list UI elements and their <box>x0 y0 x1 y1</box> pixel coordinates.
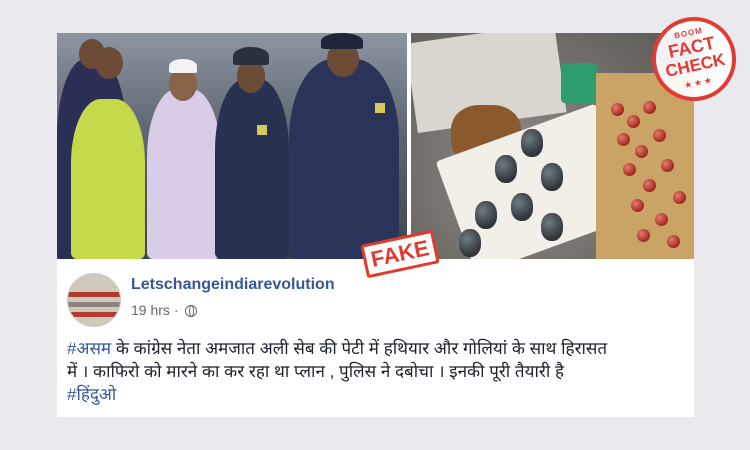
apple <box>627 115 640 128</box>
message-text: में । काफिरो को मारने का कर रहा था प्लान… <box>67 362 564 381</box>
apple <box>661 159 674 172</box>
message-text: के कांग्रेस नेता अमजात अली सेब की पेटी म… <box>111 339 608 358</box>
grenade <box>521 129 543 157</box>
post-body: Letschangeindiarevolution 19 hrs · #असम क… <box>57 265 694 417</box>
apple <box>643 179 656 192</box>
officer-vest-figure <box>71 99 145 259</box>
grenade <box>511 193 533 221</box>
grenade <box>495 155 517 183</box>
police-custody-photo[interactable] <box>57 33 407 259</box>
uniform-badge <box>375 103 385 113</box>
grenade <box>541 213 563 241</box>
page-avatar[interactable] <box>67 273 121 327</box>
apple <box>637 229 650 242</box>
apple <box>655 213 668 226</box>
officer-cap <box>233 47 269 65</box>
facebook-post-card: Letschangeindiarevolution 19 hrs · #असम क… <box>57 33 694 417</box>
grenades-apples-photo[interactable] <box>411 33 694 259</box>
officer-figure <box>215 79 289 259</box>
apple <box>653 129 666 142</box>
avatar-stripe <box>68 312 120 317</box>
apple <box>631 199 644 212</box>
apple <box>623 163 636 176</box>
grenade <box>459 229 481 257</box>
officer-head <box>95 47 123 79</box>
officer-figure <box>289 59 399 259</box>
page-name-link[interactable]: Letschangeindiarevolution <box>131 276 335 294</box>
avatar-stripe <box>68 292 120 297</box>
uniform-badge <box>257 125 267 135</box>
post-timestamp[interactable]: 19 hrs <box>131 302 170 318</box>
grenade <box>475 201 497 229</box>
hashtag-link[interactable]: #हिंदुओ <box>67 385 116 404</box>
post-message: #असम के कांग्रेस नेता अमजात अली सेब की प… <box>67 337 682 406</box>
detainee-figure <box>147 89 221 259</box>
prayer-cap <box>169 59 197 73</box>
globe-icon[interactable] <box>184 305 197 317</box>
green-cloth <box>561 63 597 103</box>
avatar-stripe <box>68 302 120 307</box>
post-meta: 19 hrs · <box>131 302 197 318</box>
apple <box>643 101 656 114</box>
meta-separator: · <box>173 302 179 318</box>
post-photos[interactable] <box>57 33 694 259</box>
officer-cap <box>321 33 363 49</box>
apple <box>667 235 680 248</box>
apple <box>635 145 648 158</box>
apple <box>673 191 686 204</box>
apple <box>611 103 624 116</box>
grenade <box>541 163 563 191</box>
apple <box>617 133 630 146</box>
hashtag-link[interactable]: #असम <box>67 339 111 358</box>
